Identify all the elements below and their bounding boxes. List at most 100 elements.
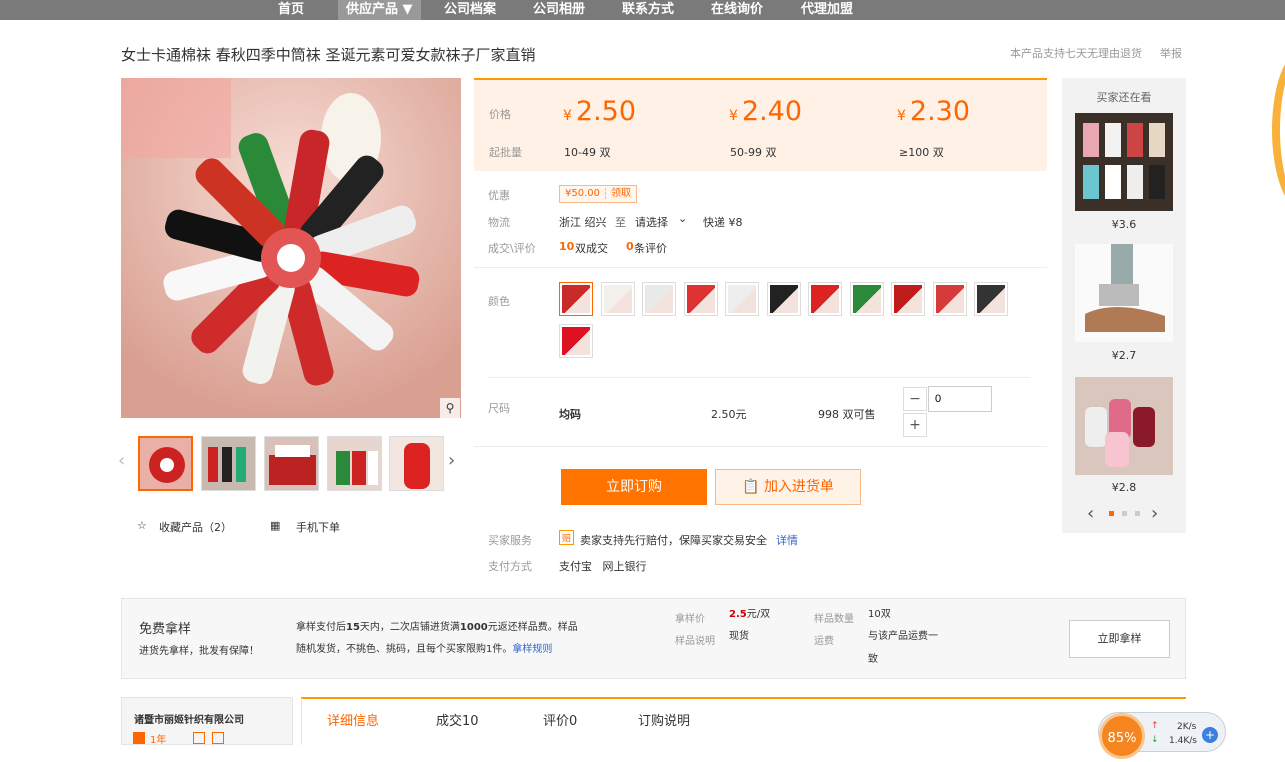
color-swatch[interactable]	[932, 282, 967, 316]
sample-desc-line2: 随机发货，不挑色、挑码，且每个买家限购1件。拿样规则	[296, 644, 553, 655]
order-now-button[interactable]: 立即订购	[561, 469, 707, 505]
carousel-dot-active[interactable]	[1109, 511, 1114, 516]
coupon-badge[interactable]: ¥50.00 领取	[559, 185, 637, 203]
service-text: 卖家支持先行赔付，保障买家交易安全	[580, 534, 767, 547]
recommend-item-image[interactable]	[1075, 377, 1173, 475]
coupon-claim[interactable]: 领取	[605, 188, 636, 199]
thumb-prev-icon[interactable]: ‹	[118, 450, 125, 471]
thumbnail[interactable]	[327, 436, 382, 491]
color-swatch[interactable]	[766, 282, 801, 316]
sample-price-label: 拿样价	[675, 614, 705, 625]
size-label: 尺码	[488, 402, 510, 415]
review-unit[interactable]: 条评价	[634, 240, 667, 256]
mobile-order-link[interactable]: 手机下单	[296, 519, 340, 535]
thumbnail[interactable]	[264, 436, 319, 491]
qty-input[interactable]	[928, 386, 992, 412]
recommend-next-icon[interactable]: ›	[1151, 503, 1158, 524]
qty-tier-1: 10-49 双	[564, 146, 611, 159]
main-product-image[interactable]	[121, 78, 461, 418]
destination-select[interactable]: 请选择	[635, 214, 668, 230]
recommend-prev-icon[interactable]: ‹	[1087, 503, 1094, 524]
logistics-label: 物流	[488, 216, 510, 229]
qty-minus-button[interactable]: −	[903, 387, 927, 411]
nav-company-profile[interactable]: 公司档案	[444, 0, 496, 20]
color-swatch[interactable]	[600, 282, 635, 316]
get-sample-button[interactable]: 立即拿样	[1069, 620, 1170, 658]
recommend-item-price: ¥3.6	[1111, 218, 1137, 231]
qty-tier-2: 50-99 双	[730, 146, 777, 159]
review-count: 0	[626, 240, 634, 253]
nav-inquiry[interactable]: 在线询价	[711, 0, 763, 20]
price-label: 价格	[489, 108, 511, 121]
nav-company-album[interactable]: 公司相册	[533, 0, 585, 20]
service-label: 买家服务	[488, 534, 532, 547]
express-fee: 快递 ¥8	[703, 216, 743, 229]
report-link[interactable]: 举报	[1160, 45, 1182, 61]
color-swatch[interactable]	[849, 282, 884, 316]
tab-order-notes[interactable]: 订购说明	[638, 710, 690, 729]
ship-from: 浙江 绍兴	[559, 216, 607, 229]
nav-products[interactable]: 供应产品 ▼	[338, 0, 421, 20]
nav-agency[interactable]: 代理加盟	[801, 0, 853, 20]
nav-home[interactable]: 首页	[278, 0, 304, 20]
color-swatch[interactable]	[808, 282, 842, 316]
tab-reviews[interactable]: 评价0	[543, 710, 577, 729]
color-swatch[interactable]	[559, 324, 593, 358]
thumbnail[interactable]	[389, 436, 444, 491]
carousel-dot[interactable]	[1135, 511, 1140, 516]
deals-label: 成交\评价	[488, 242, 536, 255]
company-years: 1年	[150, 735, 167, 746]
free-sample-panel	[121, 598, 1186, 679]
chevron-down-icon[interactable]: ⌄	[678, 212, 687, 225]
sample-title: 免费拿样	[139, 622, 192, 637]
tab-deals[interactable]: 成交10	[436, 710, 479, 729]
color-swatch[interactable]	[683, 282, 718, 316]
top-nav: 首页 供应产品 ▼ 公司档案 公司相册 联系方式 在线询价 代理加盟	[0, 0, 1285, 20]
color-swatch[interactable]	[974, 282, 1008, 316]
sample-ship-label: 运费	[814, 636, 834, 647]
add-to-cart-button[interactable]: 📋 加入进货单	[715, 469, 861, 505]
nav-contact[interactable]: 联系方式	[622, 0, 674, 20]
recommend-title: 买家还在看	[1096, 91, 1152, 104]
size-stock: 998 双可售	[818, 408, 876, 421]
sample-note: 现货	[729, 631, 749, 642]
recommend-item-image[interactable]	[1075, 113, 1173, 211]
floating-badge[interactable]	[1272, 50, 1285, 210]
verify-icon	[212, 732, 224, 744]
service-detail-link[interactable]: 详情	[776, 532, 798, 548]
promo-label: 优惠	[488, 189, 510, 202]
color-swatch[interactable]	[891, 282, 925, 316]
favorite-link[interactable]: 收藏产品（2）	[159, 519, 232, 535]
sample-note-label: 样品说明	[675, 636, 715, 647]
sample-qty-label: 样品数量	[814, 614, 854, 625]
plus-icon[interactable]: +	[1202, 727, 1218, 743]
qr-code-icon[interactable]: ▦	[270, 519, 280, 532]
company-name[interactable]: 诸暨市丽姬针织有限公司	[134, 711, 244, 726]
zoom-icon[interactable]: ⚲	[440, 398, 460, 418]
guarantee-icon	[193, 732, 205, 744]
color-swatch[interactable]	[642, 282, 676, 316]
sample-subtitle: 进货先拿样，批发有保障！	[139, 646, 259, 657]
price-tier-2: ¥2.40	[729, 96, 803, 127]
sample-rules-link[interactable]: 拿样规则	[512, 644, 552, 655]
thumbnail[interactable]	[201, 436, 256, 491]
deal-unit: 双成交	[575, 242, 608, 255]
coupon-amount: ¥50.00	[565, 188, 600, 199]
tab-details[interactable]: 详细信息	[327, 710, 379, 729]
thumbnail[interactable]	[138, 436, 193, 491]
clipboard-icon: 📋	[742, 479, 760, 495]
qty-plus-button[interactable]: +	[903, 413, 927, 437]
thumb-next-icon[interactable]: ›	[448, 450, 455, 471]
add-to-cart-label: 加入进货单	[763, 479, 834, 495]
qty-tier-3: ≥100 双	[899, 146, 944, 159]
network-speed-widget[interactable]: 85% ↑ 2K/s ↓ 1.4K/s +	[1098, 712, 1226, 759]
divider	[474, 267, 1047, 268]
carousel-dot[interactable]	[1122, 511, 1127, 516]
favorite-icon[interactable]: ☆	[137, 519, 147, 532]
color-swatch[interactable]	[559, 282, 593, 316]
recommend-item-price: ¥2.8	[1111, 481, 1137, 494]
color-swatch[interactable]	[725, 282, 759, 316]
recommend-item-image[interactable]	[1075, 244, 1173, 342]
sample-ship-line1: 与该产品运费一	[868, 631, 938, 642]
detail-tabs	[301, 697, 1186, 745]
